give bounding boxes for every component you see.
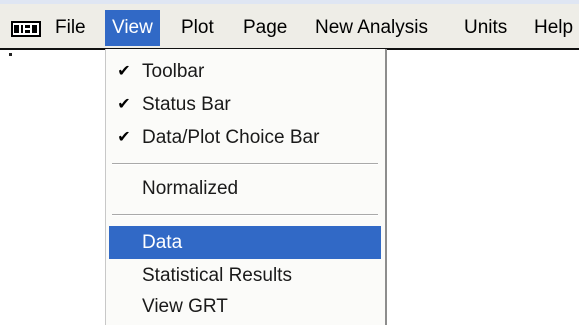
menu-view[interactable]: View <box>105 10 160 46</box>
menu-separator <box>112 163 378 165</box>
menu-item-data[interactable]: Data <box>109 226 381 259</box>
menu-item-status-bar[interactable]: ✔ Status Bar <box>109 88 381 122</box>
menu-units[interactable]: Units <box>457 10 514 46</box>
menu-item-label: Normalized <box>142 178 239 199</box>
menu-item-normalized[interactable]: Normalized <box>109 172 381 206</box>
menu-help[interactable]: Help <box>527 10 579 46</box>
menu-bar: File View Plot Page New Analysis Units H… <box>0 4 579 50</box>
menu-item-view-grt[interactable]: View GRT <box>109 290 381 324</box>
view-menu-dropdown: ✔ Toolbar ✔ Status Bar ✔ Data/Plot Choic… <box>105 49 387 325</box>
menu-item-statistical-results[interactable]: Statistical Results <box>109 259 381 293</box>
menu-page[interactable]: Page <box>236 10 294 46</box>
menu-item-label: Status Bar <box>142 94 231 115</box>
menu-plot[interactable]: Plot <box>174 10 221 46</box>
menu-file[interactable]: File <box>48 10 93 46</box>
application-icon[interactable] <box>11 21 41 37</box>
app-window: File View Plot Page New Analysis Units H… <box>0 0 579 325</box>
menu-item-data-plot-choice-bar[interactable]: ✔ Data/Plot Choice Bar <box>109 121 381 155</box>
menu-item-label: Data/Plot Choice Bar <box>142 127 320 148</box>
menu-item-label: Statistical Results <box>142 265 292 286</box>
menu-separator <box>112 214 378 216</box>
toolbar-grip <box>9 53 12 56</box>
menu-new-analysis[interactable]: New Analysis <box>308 10 435 46</box>
menu-item-toolbar[interactable]: ✔ Toolbar <box>109 55 381 89</box>
check-icon: ✔ <box>117 63 131 80</box>
check-icon: ✔ <box>117 96 131 113</box>
menu-item-label: Toolbar <box>142 61 205 82</box>
check-icon: ✔ <box>117 129 131 146</box>
menu-item-label: View GRT <box>142 296 228 317</box>
menu-item-label: Data <box>142 232 183 253</box>
